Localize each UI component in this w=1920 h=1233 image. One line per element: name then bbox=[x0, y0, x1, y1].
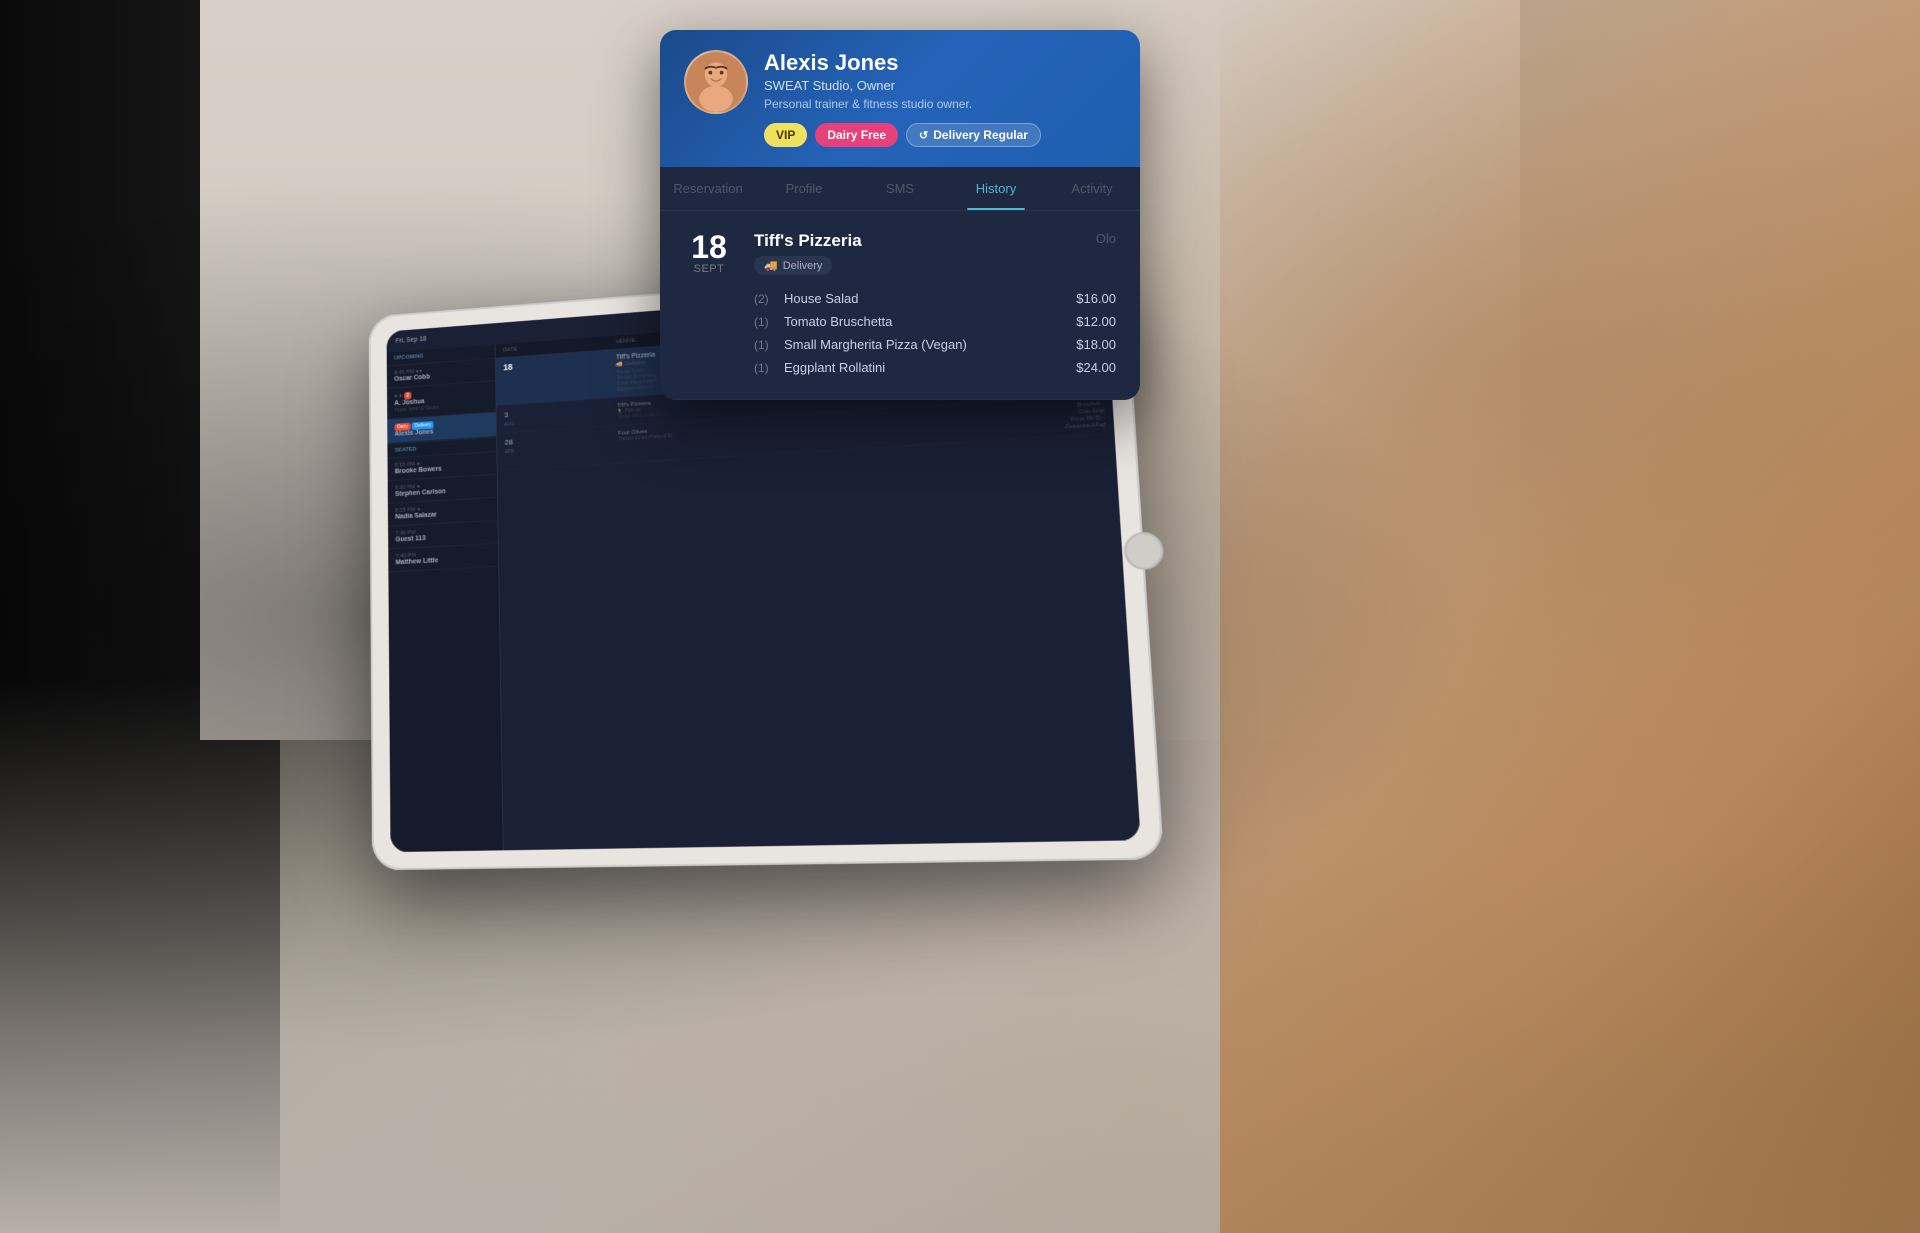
history-item-row: (1) Eggplant Rollatini $24.00 bbox=[754, 356, 1116, 379]
history-source: Olo bbox=[1096, 231, 1116, 246]
tab-reservation[interactable]: Reservation bbox=[660, 167, 756, 210]
tag-delivery-label: Delivery Regular bbox=[933, 128, 1028, 142]
item-qty: (1) bbox=[754, 315, 784, 329]
item-price: $18.00 bbox=[1076, 337, 1116, 352]
history-delivery-type: 🚚 Delivery bbox=[754, 256, 832, 275]
history-date: 18 SEPT bbox=[684, 231, 734, 275]
card-user-description: Personal trainer & fitness studio owner. bbox=[764, 97, 1116, 111]
row-date: 3AUG bbox=[504, 403, 618, 428]
ipad-sidebar-item-matthew[interactable]: 7:40 PM Matthew Little bbox=[388, 544, 498, 573]
row-date: 18 bbox=[503, 355, 617, 401]
history-venue-details: Tiff's Pizzeria 🚚 Delivery bbox=[754, 231, 1076, 275]
tab-sms[interactable]: SMS bbox=[852, 167, 948, 210]
item-price: $12.00 bbox=[1076, 314, 1116, 329]
history-items-list: (2) House Salad $16.00 (1) Tomato Brusch… bbox=[754, 287, 1116, 379]
row-venue: Four OlivesStefani Jones (Party of 5) bbox=[618, 423, 735, 457]
item-name: Eggplant Rollatini bbox=[784, 360, 1076, 375]
history-item-row: (2) House Salad $16.00 bbox=[754, 287, 1116, 310]
history-venue-name: Tiff's Pizzeria bbox=[754, 231, 1076, 251]
item-qty: (1) bbox=[754, 361, 784, 375]
card-history-body: 18 SEPT Tiff's Pizzeria 🚚 Delivery Olo (… bbox=[660, 211, 1140, 400]
delivery-truck-icon: 🚚 bbox=[764, 259, 778, 272]
avatar bbox=[684, 50, 748, 114]
row-source bbox=[854, 408, 979, 444]
tag-dairy-free: Dairy Free bbox=[815, 123, 898, 147]
card-header: Alexis Jones SWEAT Studio, Owner Persona… bbox=[660, 30, 1140, 167]
item-qty: (1) bbox=[754, 338, 784, 352]
row-date: 28APR bbox=[504, 431, 618, 465]
history-date-number: 18 bbox=[684, 231, 734, 263]
history-item-row: (1) Tomato Bruschetta $12.00 bbox=[754, 310, 1116, 333]
card-nav-tabs: Reservation Profile SMS History Activity bbox=[660, 167, 1140, 211]
card-user-info: Alexis Jones SWEAT Studio, Owner Persona… bbox=[764, 50, 1116, 147]
delivery-type-label: Delivery bbox=[783, 260, 823, 272]
card-tags-container: VIP Dairy Free ↺ Delivery Regular bbox=[764, 123, 1116, 147]
ipad-sidebar: UPCOMING 8:45 PM ●● Oscar Cobb ● ● 2 A. … bbox=[387, 345, 504, 853]
item-name: Tomato Bruschetta bbox=[784, 314, 1076, 329]
customer-card: Alexis Jones SWEAT Studio, Owner Persona… bbox=[660, 30, 1140, 400]
card-user-name: Alexis Jones bbox=[764, 50, 1116, 76]
item-price: $24.00 bbox=[1076, 360, 1116, 375]
item-qty: (2) bbox=[754, 292, 784, 306]
tab-history[interactable]: History bbox=[948, 167, 1044, 210]
item-name: Small Margherita Pizza (Vegan) bbox=[784, 337, 1076, 352]
tab-activity[interactable]: Activity bbox=[1044, 167, 1140, 210]
tag-vip: VIP bbox=[764, 123, 807, 147]
row-booked bbox=[735, 416, 856, 451]
history-entry-1: 18 SEPT Tiff's Pizzeria 🚚 Delivery Olo (… bbox=[660, 211, 1140, 400]
history-date-month: SEPT bbox=[684, 263, 734, 275]
tag-delivery-regular: ↺ Delivery Regular bbox=[906, 123, 1041, 147]
row-price: Bruschett...-Crab SoupPrime Rib Bi...-Fe… bbox=[977, 400, 1105, 436]
bg-right-person bbox=[1220, 0, 1920, 1233]
history-item-row: (1) Small Margherita Pizza (Vegan) $18.0… bbox=[754, 333, 1116, 356]
item-price: $16.00 bbox=[1076, 291, 1116, 306]
card-user-subtitle: SWEAT Studio, Owner bbox=[764, 78, 1116, 93]
history-entry-header: 18 SEPT Tiff's Pizzeria 🚚 Delivery Olo bbox=[684, 231, 1116, 275]
tab-profile[interactable]: Profile bbox=[756, 167, 852, 210]
delivery-icon: ↺ bbox=[919, 129, 928, 142]
ipad-date-label: Fri, Sep 18 bbox=[396, 336, 427, 345]
item-name: House Salad bbox=[784, 291, 1076, 306]
avatar-image bbox=[686, 50, 746, 114]
